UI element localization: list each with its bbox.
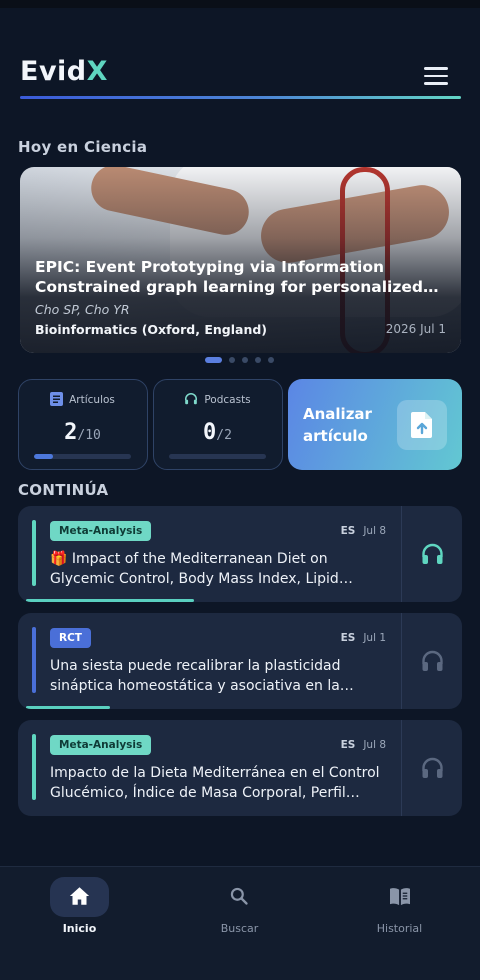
featured-title: EPIC: Event Prototyping via Information … [35, 258, 423, 296]
carousel-dot[interactable] [205, 357, 222, 363]
featured-authors: Cho SP, Cho YR [35, 302, 130, 317]
listen-button[interactable] [402, 613, 462, 709]
card-accent [32, 734, 36, 800]
language-badge: ES [340, 525, 356, 537]
bottom-navigation: Inicio Buscar Historial [0, 866, 480, 980]
search-icon [230, 887, 248, 905]
analyze-article-label: Analizar artículo [303, 405, 372, 445]
featured-journal: Bioinformatics (Oxford, England) [35, 322, 268, 337]
nav-label-inicio: Inicio [62, 922, 97, 935]
nav-item-inicio[interactable]: Inicio [30, 867, 150, 957]
language-badge: ES [340, 632, 356, 644]
nav-label-historial: Historial [376, 922, 423, 935]
card-title: Impact of the Mediterranean Diet on Glyc… [50, 551, 339, 587]
language-badge: ES [340, 739, 356, 751]
featured-date: 2026 Jul 1 [385, 322, 446, 336]
analyze-article-button[interactable]: Analizar artículo [288, 379, 462, 470]
podcasts-progress [169, 454, 266, 459]
podcasts-total: /2 [216, 428, 232, 443]
podcasts-label: Podcasts [204, 394, 251, 406]
home-icon [69, 887, 90, 905]
articles-stat-card[interactable]: Artículos 2/10 [18, 379, 148, 470]
nav-item-buscar[interactable]: Buscar [190, 867, 310, 957]
podcasts-stat-card[interactable]: Podcasts 0/2 [153, 379, 283, 470]
hamburger-menu-icon[interactable] [424, 67, 448, 85]
carousel-dot[interactable] [268, 357, 274, 363]
headphones-icon [422, 543, 443, 564]
continue-card[interactable]: RCT ES Jul 1 Una siesta puede recalibrar la… [18, 613, 462, 709]
listen-button[interactable] [402, 506, 462, 602]
articles-count: 2 [64, 420, 78, 445]
card-accent [32, 520, 36, 586]
card-date: Jul 1 [363, 632, 386, 644]
card-title: Impacto de la Dieta Mediterránea en el C… [50, 765, 380, 801]
listen-button[interactable] [402, 720, 462, 816]
type-badge: Meta-Analysis [50, 521, 152, 541]
card-title: Una siesta puede recalibrar la plasticid… [50, 658, 341, 694]
headphones-icon [422, 757, 443, 778]
podcasts-count: 0 [203, 420, 217, 445]
headphones-icon [184, 392, 198, 409]
carousel-dot[interactable] [255, 357, 261, 363]
card-date: Jul 8 [363, 525, 386, 537]
gift-icon: 🎁 [50, 551, 68, 567]
card-accent [32, 627, 36, 693]
document-icon [50, 392, 64, 409]
file-upload-icon [397, 400, 447, 450]
carousel-dot[interactable] [242, 357, 248, 363]
articles-progress [34, 454, 131, 459]
articles-total: /10 [77, 428, 101, 443]
card-progress [26, 706, 110, 709]
app-logo: EvidX [20, 56, 108, 87]
header-divider [20, 96, 461, 99]
nav-label-buscar: Buscar [220, 922, 259, 935]
app-header: EvidX [18, 56, 462, 100]
type-badge: Meta-Analysis [50, 735, 152, 755]
articles-label: Artículos [69, 394, 115, 406]
section-title-continue: CONTINÚA [18, 481, 109, 499]
section-title-today: Hoy en Ciencia [18, 138, 148, 156]
nav-item-historial[interactable]: Historial [350, 867, 470, 957]
continue-card[interactable]: Meta-Analysis ES Jul 8 🎁 Impact of the Medi… [18, 506, 462, 602]
featured-article-card[interactable]: EPIC: Event Prototyping via Information … [20, 167, 461, 353]
book-icon [390, 888, 410, 906]
headphones-icon [422, 650, 443, 671]
continue-card[interactable]: Meta-Analysis ES Jul 8 Impacto de la Dieta … [18, 720, 462, 816]
card-date: Jul 8 [363, 739, 386, 751]
type-badge: RCT [50, 628, 91, 648]
card-progress [26, 599, 194, 602]
status-bar [0, 0, 480, 8]
carousel-dot[interactable] [229, 357, 235, 363]
